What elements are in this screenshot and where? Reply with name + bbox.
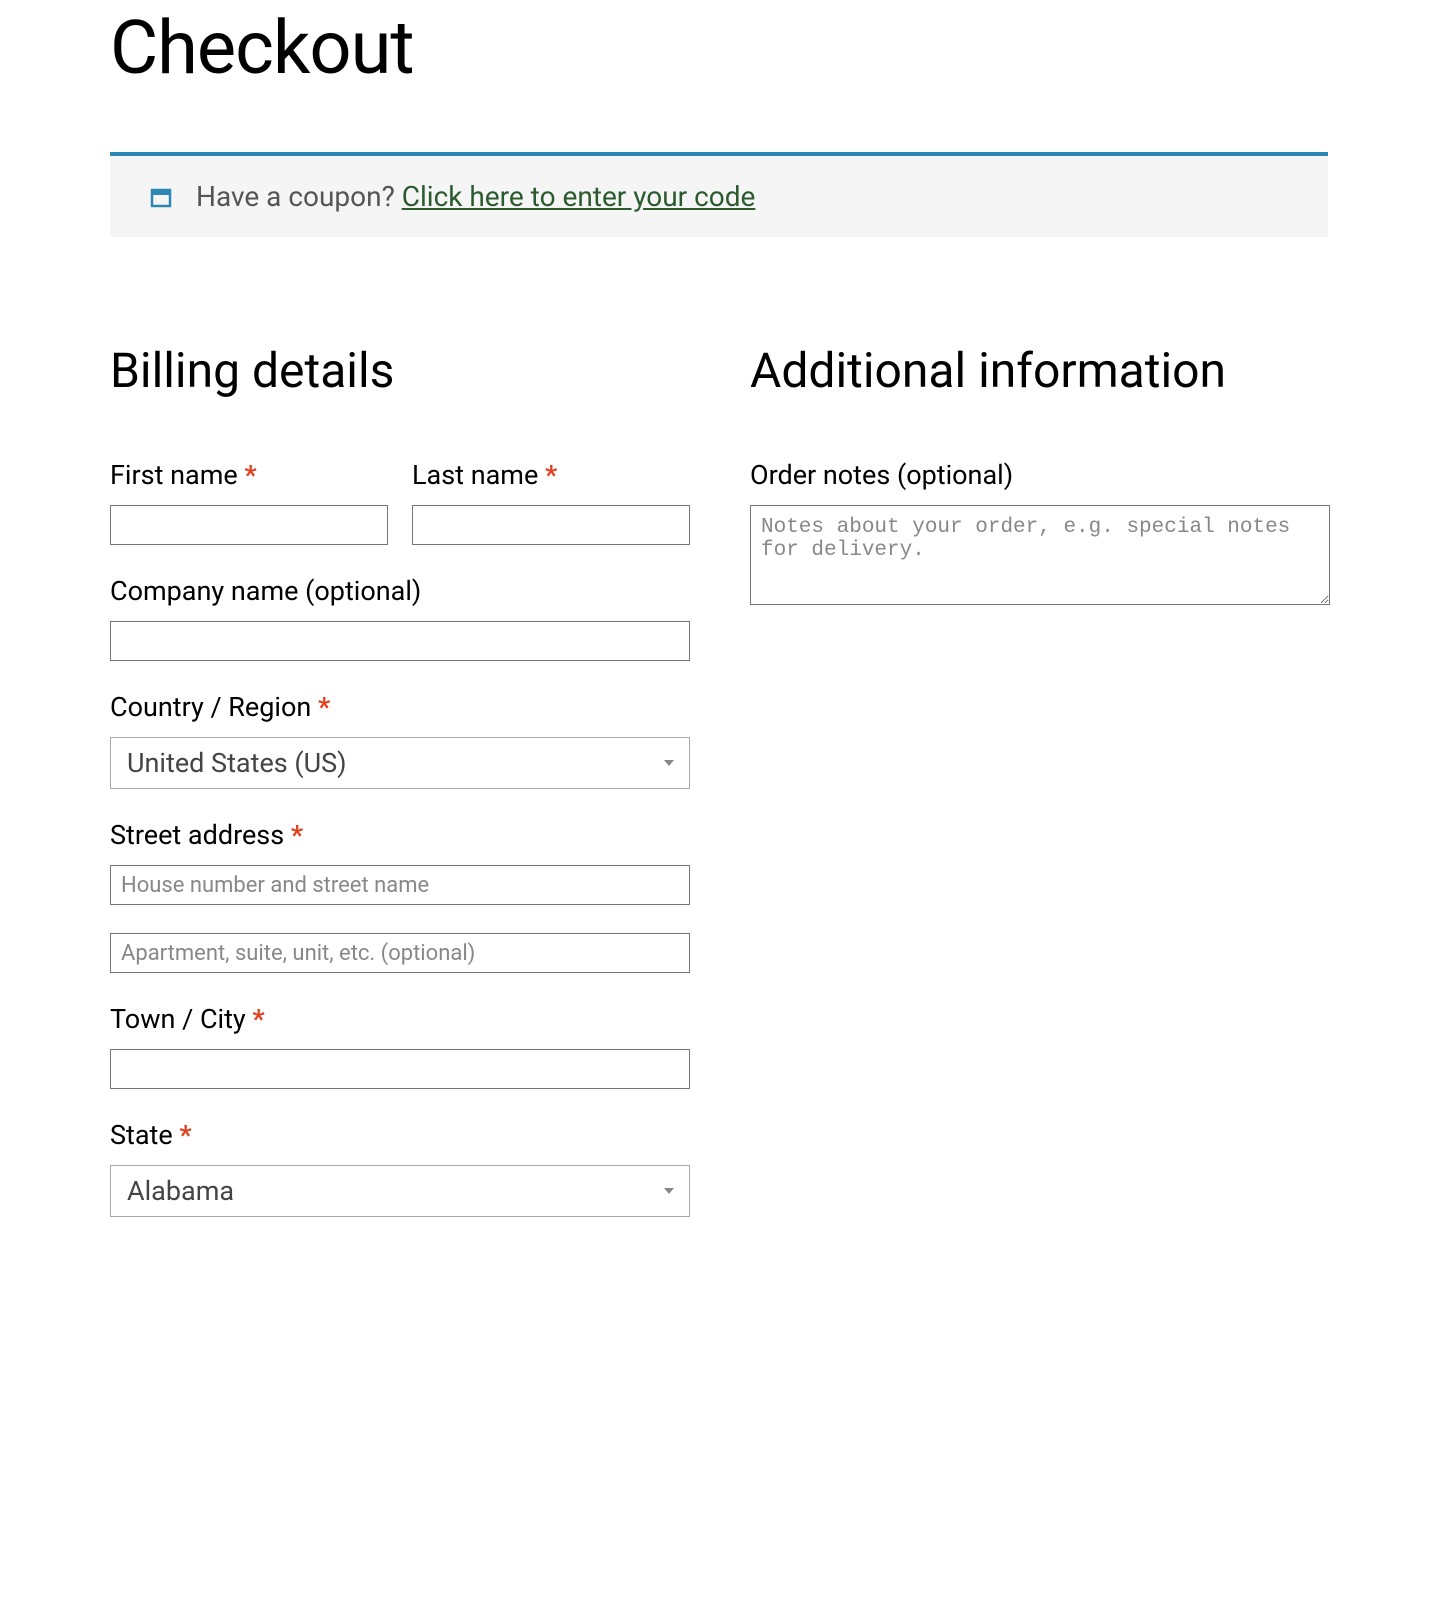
country-label: Country / Region * <box>110 691 690 723</box>
company-label: Company name (optional) <box>110 575 690 607</box>
company-input[interactable] <box>110 621 690 661</box>
street-line2-input[interactable] <box>110 933 690 973</box>
city-input[interactable] <box>110 1049 690 1089</box>
last-name-input[interactable] <box>412 505 690 545</box>
required-mark: * <box>179 1119 191 1151</box>
required-mark: * <box>545 459 557 491</box>
city-group: Town / City * <box>110 1003 690 1089</box>
page-title: Checkout <box>110 5 1328 92</box>
city-label: Town / City * <box>110 1003 690 1035</box>
coupon-link[interactable]: Click here to enter your code <box>402 180 756 213</box>
country-label-text: Country / Region <box>110 691 318 723</box>
country-group: Country / Region * United States (US) <box>110 691 690 789</box>
state-label: State * <box>110 1119 690 1151</box>
state-label-text: State <box>110 1119 179 1151</box>
country-select[interactable]: United States (US) <box>110 737 690 789</box>
billing-heading: Billing details <box>110 337 690 404</box>
required-mark: * <box>318 691 330 723</box>
first-name-label: First name * <box>110 459 388 491</box>
coupon-prompt: Have a coupon? <box>196 180 402 213</box>
order-notes-label: Order notes (optional) <box>750 459 1330 491</box>
last-name-label-text: Last name <box>412 459 545 491</box>
required-mark: * <box>244 459 256 491</box>
state-group: State * Alabama <box>110 1119 690 1217</box>
required-mark: * <box>291 819 303 851</box>
street-label-text: Street address <box>110 819 291 851</box>
required-mark: * <box>252 1003 264 1035</box>
order-notes-textarea[interactable] <box>750 505 1330 605</box>
first-name-group: First name * <box>110 459 388 545</box>
last-name-group: Last name * <box>412 459 690 545</box>
first-name-label-text: First name <box>110 459 244 491</box>
company-group: Company name (optional) <box>110 575 690 661</box>
street-line1-input[interactable] <box>110 865 690 905</box>
street-group: Street address * <box>110 819 690 973</box>
street-label: Street address * <box>110 819 690 851</box>
additional-heading: Additional information <box>750 337 1330 404</box>
coupon-prompt-text: Have a coupon? Click here to enter your … <box>196 180 755 213</box>
order-notes-group: Order notes (optional) <box>750 459 1330 609</box>
calendar-icon <box>150 186 172 208</box>
state-select[interactable]: Alabama <box>110 1165 690 1217</box>
city-label-text: Town / City <box>110 1003 252 1035</box>
coupon-notice: Have a coupon? Click here to enter your … <box>110 152 1328 237</box>
billing-column: Billing details First name * Last name *… <box>110 337 690 1247</box>
last-name-label: Last name * <box>412 459 690 491</box>
additional-column: Additional information Order notes (opti… <box>750 337 1330 1247</box>
first-name-input[interactable] <box>110 505 388 545</box>
